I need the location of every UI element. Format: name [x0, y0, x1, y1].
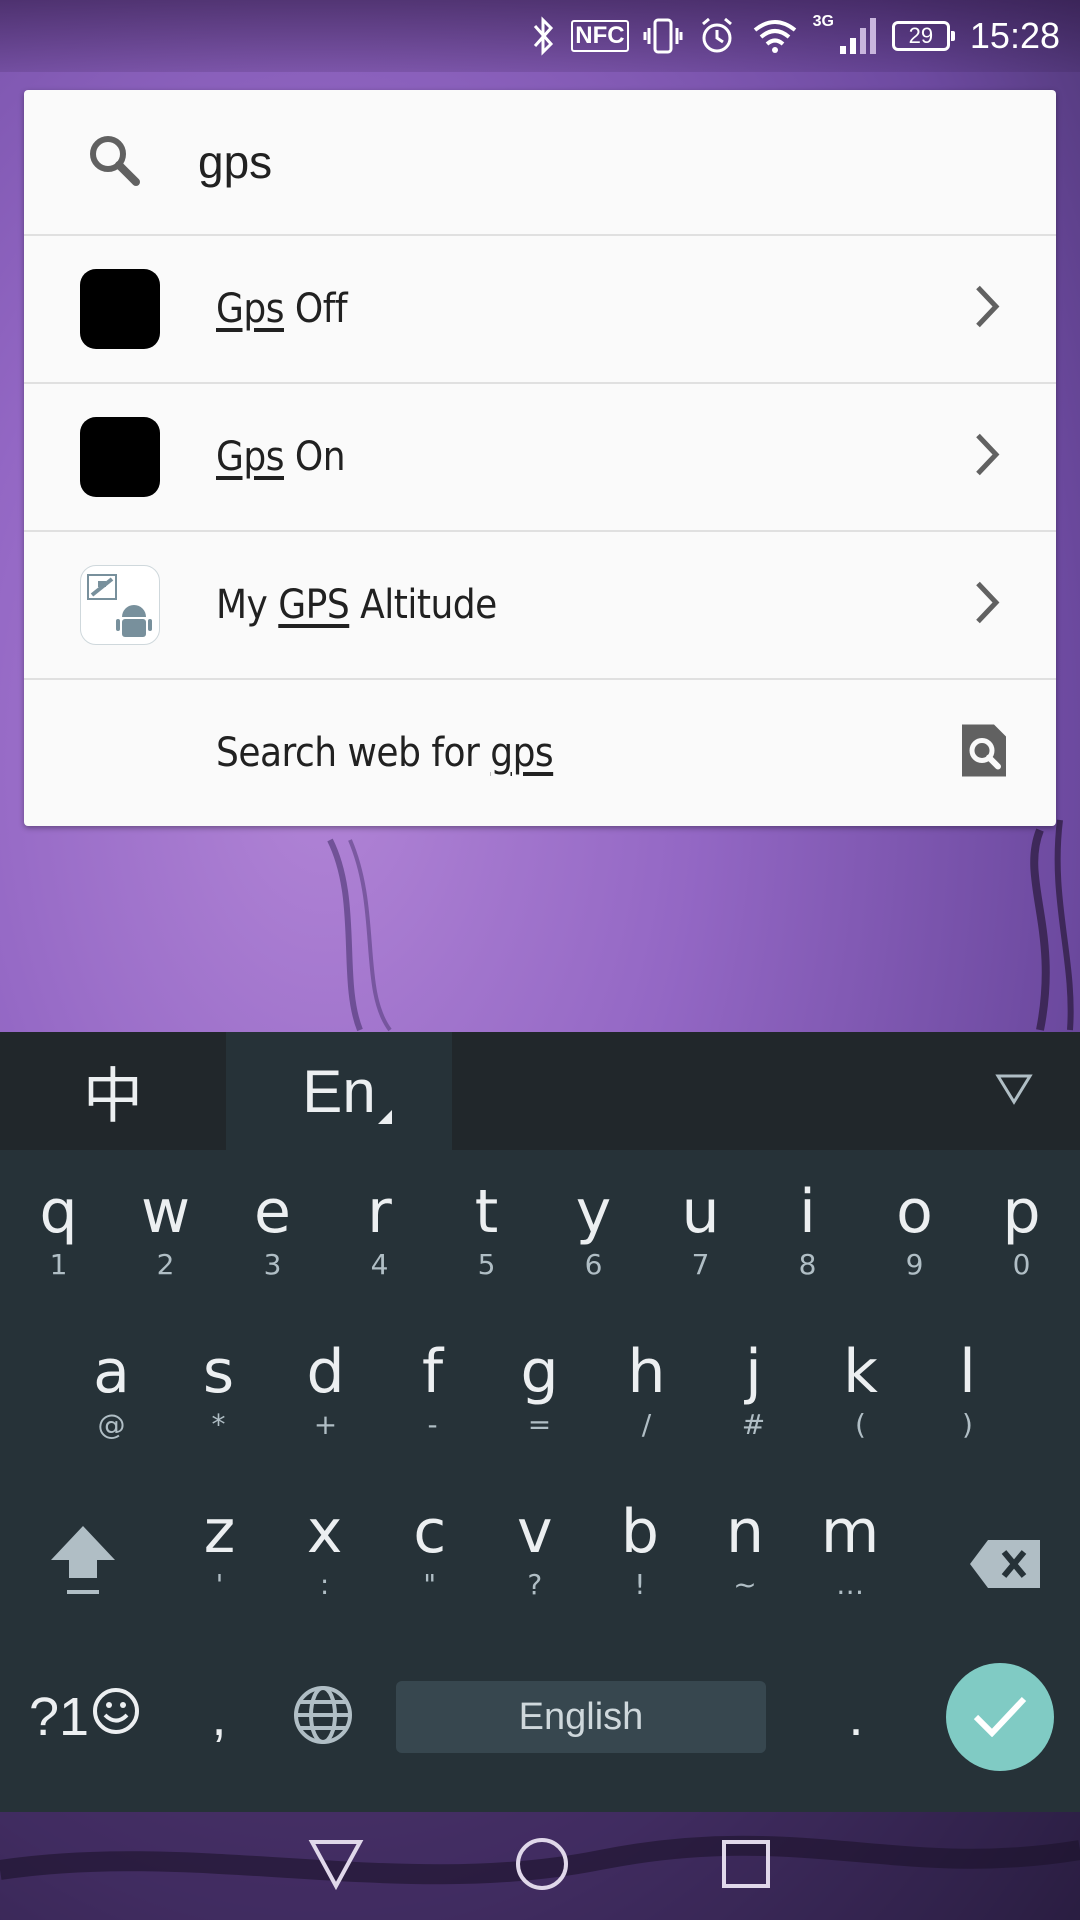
recents-button[interactable] [720, 1838, 772, 1895]
soft-keyboard: 中 En q1 w2 e3 r4 t5 y6 u7 i8 o9 p0 a @ s *… [0, 1032, 1080, 1812]
status-bar: NFC 3G 29 15:28 [0, 0, 1080, 72]
wifi-icon [751, 16, 799, 56]
key-u[interactable]: u7 [647, 1182, 754, 1281]
battery-icon: 29 [891, 21, 955, 51]
key-x[interactable]: x: [272, 1502, 377, 1601]
tab-english-label: En [302, 1057, 376, 1125]
black-app-icon [80, 417, 160, 497]
key-c[interactable]: c " [377, 1502, 482, 1601]
key-f[interactable]: f- [379, 1342, 486, 1441]
result-label: Gps On [216, 434, 346, 480]
key-row-4: ?1 , English . [0, 1662, 1080, 1772]
key-b[interactable]: b! [587, 1502, 692, 1601]
search-icon[interactable] [84, 130, 150, 195]
gps-altitude-app-icon [80, 565, 160, 645]
navigation-bar [0, 1812, 1080, 1920]
key-s[interactable]: s * [165, 1342, 272, 1441]
language-key[interactable] [268, 1684, 378, 1751]
shift-key[interactable] [0, 1502, 167, 1612]
enter-key[interactable] [946, 1663, 1054, 1771]
backspace-icon [968, 1536, 1044, 1597]
result-gps-on[interactable]: Gps On [24, 384, 1056, 532]
search-web-row[interactable]: Search web for gps [24, 680, 1056, 826]
chevron-right-icon[interactable] [972, 580, 1002, 631]
key-row-1: q1 w2 e3 r4 t5 y6 u7 i8 o9 p0 [0, 1182, 1080, 1281]
result-label: Gps Off [216, 286, 348, 332]
collapse-keyboard-icon[interactable] [994, 1072, 1034, 1111]
key-e[interactable]: e3 [219, 1182, 326, 1281]
tab-english-input[interactable]: En [226, 1032, 452, 1150]
search-card: Gps Off Gps On My GPS Altitude [24, 90, 1056, 826]
chevron-right-icon[interactable] [972, 432, 1002, 483]
key-l[interactable]: l) [914, 1342, 1021, 1441]
delete-key[interactable] [933, 1502, 1080, 1616]
alarm-icon [697, 16, 737, 56]
key-a[interactable]: a @ [58, 1342, 165, 1441]
result-gps-off[interactable]: Gps Off [24, 236, 1056, 384]
search-input[interactable] [196, 134, 900, 190]
result-my-gps-altitude[interactable]: My GPS Altitude [24, 532, 1056, 680]
key-w[interactable]: w2 [112, 1182, 219, 1281]
key-h[interactable]: h / [593, 1342, 700, 1441]
checkmark-icon [972, 1693, 1028, 1742]
key-p[interactable]: p0 [968, 1182, 1075, 1281]
shift-icon [47, 1522, 119, 1603]
key-k[interactable]: k( [807, 1342, 914, 1441]
signal-icon [838, 16, 878, 56]
emoji-icon [91, 1686, 141, 1749]
result-label: My GPS Altitude [216, 582, 497, 628]
vibrate-icon [643, 16, 683, 56]
space-key[interactable]: English [396, 1681, 766, 1753]
battery-level: 29 [908, 23, 934, 48]
key-z[interactable]: z ' [167, 1502, 272, 1601]
key-v[interactable]: v? [482, 1502, 587, 1601]
key-i[interactable]: i8 [754, 1182, 861, 1281]
bluetooth-icon [531, 16, 557, 56]
chevron-right-icon[interactable] [972, 284, 1002, 335]
key-t[interactable]: t5 [433, 1182, 540, 1281]
search-web-label: Search web for gps [216, 730, 554, 776]
key-j[interactable]: j # [700, 1342, 807, 1441]
key-o[interactable]: o9 [861, 1182, 968, 1281]
key-row-3: z ' x: c " v? b! n ~ m… [0, 1502, 1080, 1616]
key-q[interactable]: q1 [5, 1182, 112, 1281]
symbols-label: ?1 [28, 1687, 90, 1747]
comma-key[interactable]: , [170, 1686, 268, 1748]
key-m[interactable]: m… [798, 1502, 903, 1601]
tab-chinese-input[interactable]: 中 [0, 1032, 226, 1150]
back-button[interactable] [308, 1838, 364, 1895]
globe-icon [292, 1684, 354, 1751]
corner-indicator-icon [378, 1110, 392, 1124]
web-search-icon[interactable] [958, 721, 1010, 786]
period-key[interactable]: . [766, 1686, 946, 1748]
search-bar[interactable] [24, 90, 1056, 236]
network-type-label: 3G [812, 13, 834, 30]
home-button[interactable] [514, 1836, 570, 1897]
key-r[interactable]: r4 [326, 1182, 433, 1281]
symbols-key[interactable]: ?1 [0, 1686, 170, 1749]
status-time: 15:28 [969, 15, 1060, 56]
key-y[interactable]: y6 [540, 1182, 647, 1281]
key-d[interactable]: d + [272, 1342, 379, 1441]
key-n[interactable]: n ~ [692, 1502, 797, 1601]
keyboard-toolbar: 中 En [0, 1032, 1080, 1150]
key-g[interactable]: g = [486, 1342, 593, 1441]
nfc-icon: NFC [571, 20, 629, 52]
black-app-icon [80, 269, 160, 349]
key-row-2: a @ s * d + f- g = h / j # k( l) [0, 1342, 1080, 1441]
